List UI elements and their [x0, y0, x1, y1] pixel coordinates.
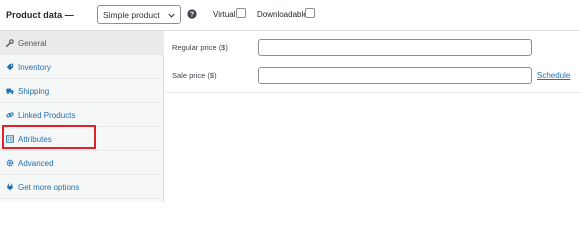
svg-text:?: ? — [190, 12, 194, 19]
tab-label: Shipping — [18, 87, 50, 96]
plugin-icon — [7, 183, 13, 191]
tab-general[interactable]: General — [0, 31, 164, 55]
product-type-value: Simple product — [103, 10, 160, 20]
product-data-header: Product data — Simple product ? Virtual:… — [0, 0, 580, 31]
tab-label: Get more options — [18, 183, 80, 192]
chevron-down-icon — [168, 13, 175, 18]
panel-title: Product data — — [6, 10, 74, 20]
attributes-highlight-box — [2, 125, 96, 149]
product-data-tabs: General Inventory Shipping Linked Produc… — [0, 31, 164, 202]
tab-linked-products[interactable]: Linked Products — [0, 103, 164, 127]
truck-icon — [6, 88, 14, 95]
tab-label: Linked Products — [18, 111, 76, 120]
tab-advanced[interactable]: Advanced — [0, 151, 164, 175]
regular-price-input[interactable] — [258, 39, 532, 56]
link-icon — [6, 112, 14, 118]
general-options-panel: Regular price ($) Sale price ($) Schedul… — [165, 31, 580, 93]
downloadable-checkbox[interactable] — [305, 8, 315, 18]
tab-label: Inventory — [18, 63, 51, 72]
tab-label: General — [18, 39, 47, 48]
tab-inventory[interactable]: Inventory — [0, 55, 164, 79]
tab-shipping[interactable]: Shipping — [0, 79, 164, 103]
regular-price-label: Regular price ($) — [172, 43, 228, 52]
tab-label: Advanced — [18, 159, 54, 168]
help-icon[interactable]: ? — [187, 9, 197, 19]
sale-price-input[interactable] — [258, 67, 532, 84]
tab-get-more-options[interactable]: Get more options — [0, 175, 164, 199]
virtual-label: Virtual: — [213, 10, 238, 19]
gear-icon — [6, 159, 14, 167]
downloadable-label: Downloadable: — [257, 10, 310, 19]
wrench-icon — [6, 39, 14, 47]
sale-price-label: Sale price ($) — [172, 71, 217, 80]
tag-icon — [6, 63, 14, 71]
product-type-select[interactable]: Simple product — [97, 5, 181, 24]
schedule-link[interactable]: Schedule — [537, 71, 570, 80]
virtual-checkbox[interactable] — [236, 8, 246, 18]
